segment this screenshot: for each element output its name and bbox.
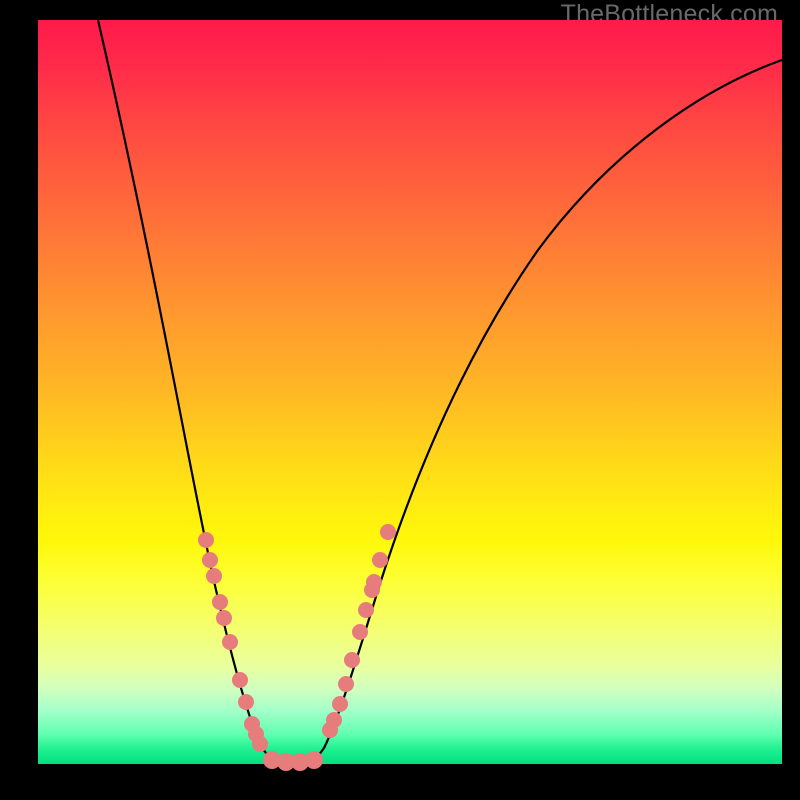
data-point — [352, 624, 368, 640]
plot-area — [38, 20, 782, 764]
data-point — [222, 634, 238, 650]
data-point — [358, 602, 374, 618]
data-point — [206, 568, 222, 584]
data-point — [238, 694, 254, 710]
data-point — [216, 610, 232, 626]
data-point — [202, 552, 218, 568]
data-point — [380, 524, 396, 540]
data-point — [338, 676, 354, 692]
data-point — [344, 652, 360, 668]
data-point — [332, 696, 348, 712]
data-point — [252, 736, 268, 752]
data-point — [198, 532, 214, 548]
curve-layer — [38, 20, 782, 764]
data-point — [372, 552, 388, 568]
data-point — [326, 712, 342, 728]
data-point — [232, 672, 248, 688]
chart-root: TheBottleneck.com — [0, 0, 800, 800]
data-point — [212, 594, 228, 610]
data-point — [366, 574, 382, 590]
right-curve — [300, 60, 782, 764]
data-point — [305, 751, 323, 769]
left-curve — [98, 20, 300, 764]
